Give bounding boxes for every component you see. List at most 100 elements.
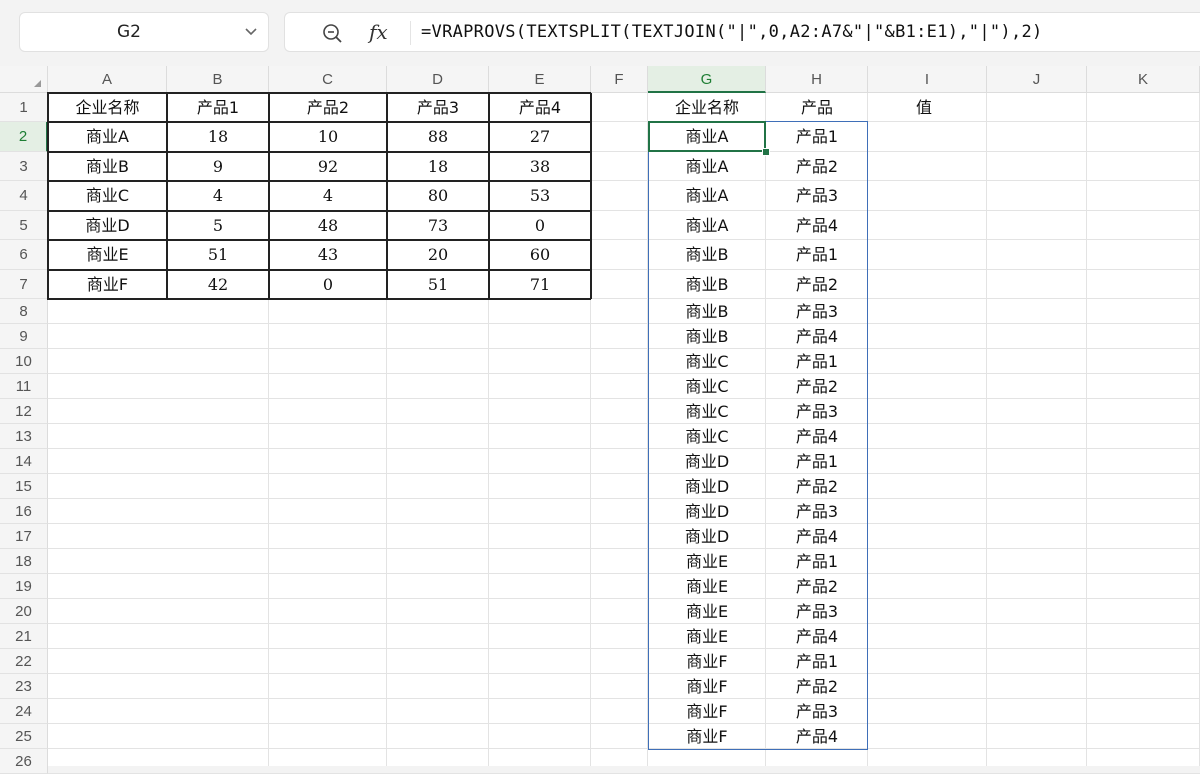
source-data-cell[interactable]: 43 (269, 240, 387, 270)
active-cell-g2[interactable] (648, 121, 766, 152)
source-header-cell[interactable]: 产品1 (167, 93, 269, 122)
source-data-cell[interactable]: 商业E (48, 240, 167, 270)
formula-separator (410, 21, 411, 45)
grid-hline (48, 423, 1200, 424)
row-header-20[interactable]: 20 (0, 599, 48, 624)
row-header-8[interactable]: 8 (0, 299, 48, 324)
source-data-cell[interactable]: 88 (387, 122, 489, 152)
source-data-cell[interactable]: 4 (167, 181, 269, 211)
source-data-cell[interactable]: 27 (489, 122, 591, 152)
row-header-2[interactable]: 2 (0, 122, 48, 152)
row-header-13[interactable]: 13 (0, 424, 48, 449)
source-data-cell[interactable]: 53 (489, 181, 591, 211)
spill-range-border (648, 121, 868, 750)
row-header-12[interactable]: 12 (0, 399, 48, 424)
zoom-icon[interactable] (321, 22, 343, 44)
column-header-d[interactable]: D (387, 66, 489, 93)
source-data-cell[interactable]: 10 (269, 122, 387, 152)
source-data-cell[interactable]: 18 (167, 122, 269, 152)
grid-vline (1086, 93, 1087, 766)
table-hborder (47, 239, 591, 241)
row-header-3[interactable]: 3 (0, 152, 48, 181)
row-header-21[interactable]: 21 (0, 624, 48, 649)
source-data-cell[interactable]: 42 (167, 270, 269, 299)
row-header-11[interactable]: 11 (0, 374, 48, 399)
fill-handle[interactable] (762, 148, 770, 156)
source-data-cell[interactable]: 商业F (48, 270, 167, 299)
column-header-j[interactable]: J (987, 66, 1087, 93)
source-data-cell[interactable]: 51 (167, 240, 269, 270)
source-data-cell[interactable]: 商业B (48, 152, 167, 181)
row-header-22[interactable]: 22 (0, 649, 48, 674)
result-header-cell[interactable]: 企业名称 (648, 93, 766, 122)
column-header-e[interactable]: E (489, 66, 591, 93)
row-header-14[interactable]: 14 (0, 449, 48, 474)
source-data-cell[interactable]: 60 (489, 240, 591, 270)
source-header-cell[interactable]: 产品4 (489, 93, 591, 122)
row-header-19[interactable]: 19 (0, 574, 48, 599)
spreadsheet-grid[interactable]: ABCDEFGHIJK 1 2 3 4 5 6 7 8 9 10 11 12 13 14 15 16 17 18 1… (0, 66, 1200, 774)
row-header-24[interactable]: 24 (0, 699, 48, 724)
source-data-cell[interactable]: 9 (167, 152, 269, 181)
source-data-cell[interactable]: 48 (269, 211, 387, 240)
source-data-cell[interactable]: 商业C (48, 181, 167, 211)
row-header-15[interactable]: 15 (0, 474, 48, 499)
source-data-cell[interactable]: 18 (387, 152, 489, 181)
row-header-1[interactable]: 1 (0, 93, 48, 122)
row-header-18[interactable]: 18 (0, 549, 48, 574)
source-data-cell[interactable]: 71 (489, 270, 591, 299)
column-header-i[interactable]: I (868, 66, 987, 93)
source-header-cell[interactable]: 产品3 (387, 93, 489, 122)
cell-reference[interactable]: G2 (20, 13, 238, 51)
row-header-23[interactable]: 23 (0, 674, 48, 699)
source-data-cell[interactable]: 73 (387, 211, 489, 240)
source-data-cell[interactable]: 80 (387, 181, 489, 211)
grid-hline (48, 373, 1200, 374)
row-header-4[interactable]: 4 (0, 181, 48, 211)
grid-hline (48, 598, 1200, 599)
row-header-7[interactable]: 7 (0, 270, 48, 299)
formula-input[interactable]: =VRAPROVS(TEXTSPLIT(TEXTJOIN("|",0,A2:A7… (421, 13, 1043, 51)
table-hborder (47, 210, 591, 212)
source-data-cell[interactable]: 38 (489, 152, 591, 181)
select-all-corner[interactable] (0, 66, 48, 93)
row-header-17[interactable]: 17 (0, 524, 48, 549)
fx-icon[interactable]: fx (369, 17, 388, 47)
source-data-cell[interactable]: 5 (167, 211, 269, 240)
name-box[interactable]: G2 (19, 12, 269, 52)
row-header-5[interactable]: 5 (0, 211, 48, 240)
result-header-cell[interactable]: 值 (868, 93, 987, 122)
table-hborder (47, 269, 591, 271)
grid-hline (48, 498, 1200, 499)
source-data-cell[interactable]: 商业D (48, 211, 167, 240)
source-data-cell[interactable]: 20 (387, 240, 489, 270)
result-header-cell[interactable]: 产品 (766, 93, 868, 122)
source-data-cell[interactable]: 92 (269, 152, 387, 181)
table-hborder (47, 298, 591, 300)
source-data-cell[interactable]: 0 (489, 211, 591, 240)
row-header-9[interactable]: 9 (0, 324, 48, 349)
source-data-cell[interactable]: 0 (269, 270, 387, 299)
grid-hline (48, 573, 1200, 574)
column-header-f[interactable]: F (591, 66, 648, 93)
chevron-down-icon[interactable] (244, 25, 258, 39)
source-header-cell[interactable]: 企业名称 (48, 93, 167, 122)
grid-hline (48, 473, 1200, 474)
grid-hline (48, 648, 1200, 649)
row-header-10[interactable]: 10 (0, 349, 48, 374)
column-header-h[interactable]: H (766, 66, 868, 93)
source-data-cell[interactable]: 51 (387, 270, 489, 299)
row-header-6[interactable]: 6 (0, 240, 48, 270)
source-header-cell[interactable]: 产品2 (269, 93, 387, 122)
column-header-k[interactable]: K (1087, 66, 1200, 93)
row-header-26[interactable]: 26 (0, 749, 48, 774)
row-header-16[interactable]: 16 (0, 499, 48, 524)
table-hborder (47, 92, 591, 94)
row-header-25[interactable]: 25 (0, 724, 48, 749)
column-header-b[interactable]: B (167, 66, 269, 93)
source-data-cell[interactable]: 4 (269, 181, 387, 211)
source-data-cell[interactable]: 商业A (48, 122, 167, 152)
column-header-g[interactable]: G (648, 66, 766, 93)
column-header-a[interactable]: A (48, 66, 167, 93)
column-header-c[interactable]: C (269, 66, 387, 93)
